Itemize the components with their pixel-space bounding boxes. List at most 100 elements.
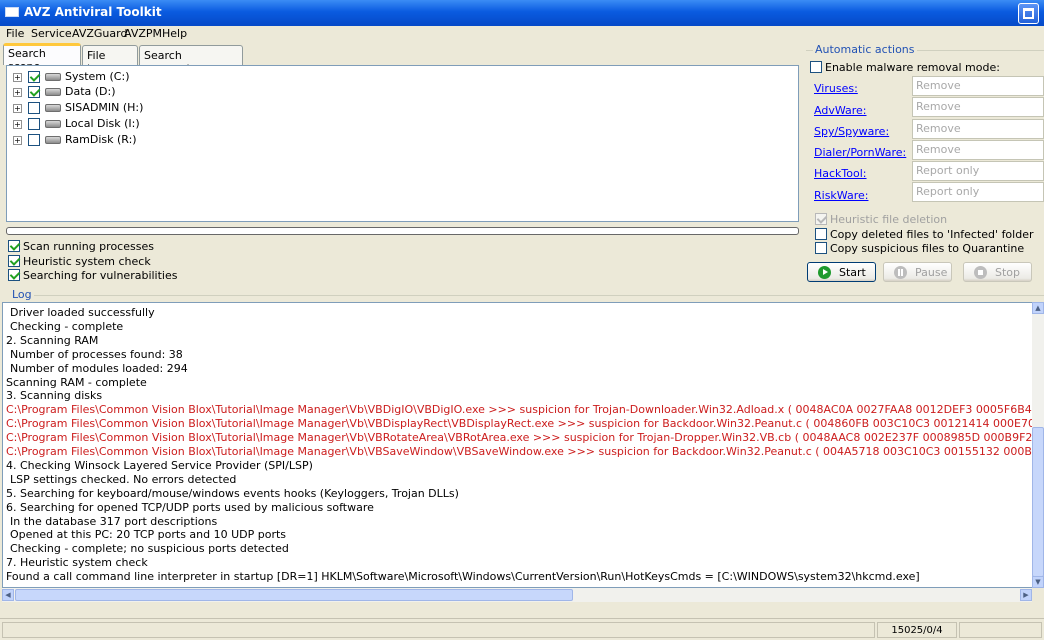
log-line: Found a call command line interpreter in… bbox=[6, 570, 920, 584]
log-line: 3. Scanning disks bbox=[6, 389, 103, 403]
log-divider bbox=[34, 295, 1044, 296]
tree-item-drive-c[interactable]: + System (C:) bbox=[7, 69, 307, 85]
menu-service[interactable]: Service bbox=[31, 27, 72, 40]
menu-help[interactable]: Help bbox=[162, 27, 187, 40]
log-line: Checking - complete bbox=[10, 319, 124, 333]
drive-i-checkbox[interactable] bbox=[28, 118, 40, 130]
heuristic-deletion-checkbox[interactable] bbox=[815, 213, 827, 225]
status-cell-extra bbox=[959, 622, 1042, 638]
log-line: 2. Scanning RAM bbox=[6, 333, 99, 347]
status-bar: 15025/0/4 bbox=[0, 618, 1044, 640]
automatic-actions-title: Automatic actions bbox=[813, 43, 917, 56]
enable-removal-label: Enable malware removal mode: bbox=[825, 61, 1000, 74]
stop-label: Stop bbox=[995, 266, 1021, 279]
heuristic-check-option[interactable]: Heuristic system check bbox=[8, 254, 208, 268]
drive-h-checkbox[interactable] bbox=[28, 102, 40, 114]
advware-action-select[interactable]: Remove bbox=[912, 97, 1044, 117]
expand-icon[interactable]: + bbox=[13, 120, 22, 129]
vulnerabilities-option[interactable]: Searching for vulnerabilities bbox=[8, 268, 208, 282]
scroll-left-icon[interactable]: ◀ bbox=[2, 589, 14, 601]
log-line: C:\Program Files\Common Vision Blox\Tuto… bbox=[6, 431, 1034, 445]
scroll-right-icon[interactable]: ▶ bbox=[1020, 589, 1032, 601]
tab-search-scope[interactable]: Search scope bbox=[3, 43, 81, 73]
expand-icon[interactable]: + bbox=[13, 136, 22, 145]
scan-processes-label: Scan running processes bbox=[23, 240, 154, 253]
maximize-button[interactable] bbox=[1018, 3, 1039, 24]
threat-link-advware[interactable]: AdvWare: bbox=[814, 104, 867, 117]
threat-link-spyware[interactable]: Spy/Spyware: bbox=[814, 125, 889, 138]
scan-processes-option[interactable]: Scan running processes bbox=[8, 239, 208, 253]
expand-icon[interactable]: + bbox=[13, 88, 22, 97]
log-vertical-scrollbar[interactable]: ▲ ▼ bbox=[1032, 302, 1044, 588]
scan-processes-checkbox[interactable] bbox=[8, 240, 20, 252]
status-counter: 15025/0/4 bbox=[877, 622, 957, 638]
start-icon bbox=[818, 266, 831, 279]
vulnerabilities-checkbox[interactable] bbox=[8, 269, 20, 281]
log-line: Checking - complete; no suspicious ports… bbox=[10, 542, 289, 556]
copy-quarantine-option[interactable]: Copy suspicious files to Quarantine bbox=[815, 241, 1040, 255]
scroll-thumb[interactable] bbox=[15, 589, 573, 601]
log-horizontal-scrollbar[interactable]: ◀ ▶ bbox=[2, 588, 1032, 602]
tree-item-drive-r[interactable]: + RamDisk (R:) bbox=[7, 132, 307, 148]
drive-label: RamDisk (R:) bbox=[65, 133, 137, 146]
log-title: Log bbox=[12, 288, 32, 301]
tab-file-types[interactable]: File types bbox=[82, 45, 138, 75]
dialer-action-select[interactable]: Remove bbox=[912, 140, 1044, 160]
stop-button[interactable]: Stop bbox=[963, 262, 1032, 282]
menu-file[interactable]: File bbox=[6, 27, 24, 40]
scroll-up-icon[interactable]: ▲ bbox=[1032, 302, 1044, 314]
threat-link-hacktool[interactable]: HackTool: bbox=[814, 167, 867, 180]
log-line: Opened at this PC: 20 TCP ports and 10 U… bbox=[10, 528, 287, 542]
log-line: Scanning RAM - complete bbox=[6, 375, 147, 389]
expand-icon[interactable]: + bbox=[13, 73, 22, 82]
tab-search-parameters[interactable]: Search parameters bbox=[139, 45, 243, 75]
spyware-action-select[interactable]: Remove bbox=[912, 119, 1044, 139]
enable-removal-option[interactable]: Enable malware removal mode: bbox=[810, 60, 1040, 74]
pause-icon bbox=[894, 266, 907, 279]
heuristic-check-checkbox[interactable] bbox=[8, 255, 20, 267]
menu-avzpm[interactable]: AVZPM bbox=[124, 27, 162, 40]
drive-c-checkbox[interactable] bbox=[28, 71, 40, 83]
enable-removal-checkbox[interactable] bbox=[810, 61, 822, 73]
scroll-thumb[interactable] bbox=[1032, 427, 1044, 577]
maximize-icon bbox=[1023, 8, 1034, 19]
expand-icon[interactable]: + bbox=[13, 104, 22, 113]
menu-bar: File Service AVZGuard AVZPM Help bbox=[0, 26, 1044, 42]
scan-progress-bar bbox=[6, 227, 799, 235]
stop-icon bbox=[974, 266, 987, 279]
log-line: Number of modules loaded: 294 bbox=[10, 361, 188, 375]
viruses-action-select[interactable]: Remove bbox=[912, 76, 1044, 96]
copy-infected-option[interactable]: Copy deleted files to 'Infected' folder bbox=[815, 227, 1040, 241]
log-line: C:\Program Files\Common Vision Blox\Tuto… bbox=[6, 417, 1034, 431]
drive-icon bbox=[45, 104, 61, 112]
pause-label: Pause bbox=[915, 266, 948, 279]
log-line: 6. Searching for opened TCP/UDP ports us… bbox=[6, 500, 374, 514]
drive-label: Local Disk (I:) bbox=[65, 117, 140, 130]
pause-button[interactable]: Pause bbox=[883, 262, 952, 282]
copy-infected-checkbox[interactable] bbox=[815, 228, 827, 240]
menu-avzguard[interactable]: AVZGuard bbox=[72, 27, 127, 40]
log-line: C:\Program Files\Common Vision Blox\Tuto… bbox=[6, 445, 1034, 458]
log-line: LSP settings checked. No errors detected bbox=[10, 472, 237, 486]
threat-link-viruses[interactable]: Viruses: bbox=[814, 82, 858, 95]
app-icon bbox=[5, 7, 19, 17]
tree-item-drive-h[interactable]: + SISADMIN (H:) bbox=[7, 100, 307, 116]
tree-item-drive-i[interactable]: + Local Disk (I:) bbox=[7, 116, 307, 132]
log-output[interactable]: Driver loaded successfully Checking - com… bbox=[2, 302, 1034, 588]
start-button[interactable]: Start bbox=[807, 262, 876, 282]
drive-r-checkbox[interactable] bbox=[28, 134, 40, 146]
threat-link-riskware[interactable]: RiskWare: bbox=[814, 189, 868, 202]
window-title: AVZ Antiviral Toolkit bbox=[24, 5, 162, 19]
drive-tree: + System (C:) + Data (D:) + SISADMIN (H:… bbox=[6, 65, 799, 222]
threat-link-dialer[interactable]: Dialer/PornWare: bbox=[814, 146, 906, 159]
log-line: Number of processes found: 38 bbox=[10, 347, 183, 361]
tree-item-drive-d[interactable]: + Data (D:) bbox=[7, 84, 307, 100]
drive-d-checkbox[interactable] bbox=[28, 86, 40, 98]
log-line: 7. Heuristic system check bbox=[6, 556, 148, 570]
riskware-action-select[interactable]: Report only bbox=[912, 182, 1044, 202]
scroll-down-icon[interactable]: ▼ bbox=[1032, 576, 1044, 588]
status-cell-main bbox=[2, 622, 875, 638]
copy-quarantine-checkbox[interactable] bbox=[815, 242, 827, 254]
heuristic-deletion-option[interactable]: Heuristic file deletion bbox=[815, 212, 1035, 226]
hacktool-action-select[interactable]: Report only bbox=[912, 161, 1044, 181]
